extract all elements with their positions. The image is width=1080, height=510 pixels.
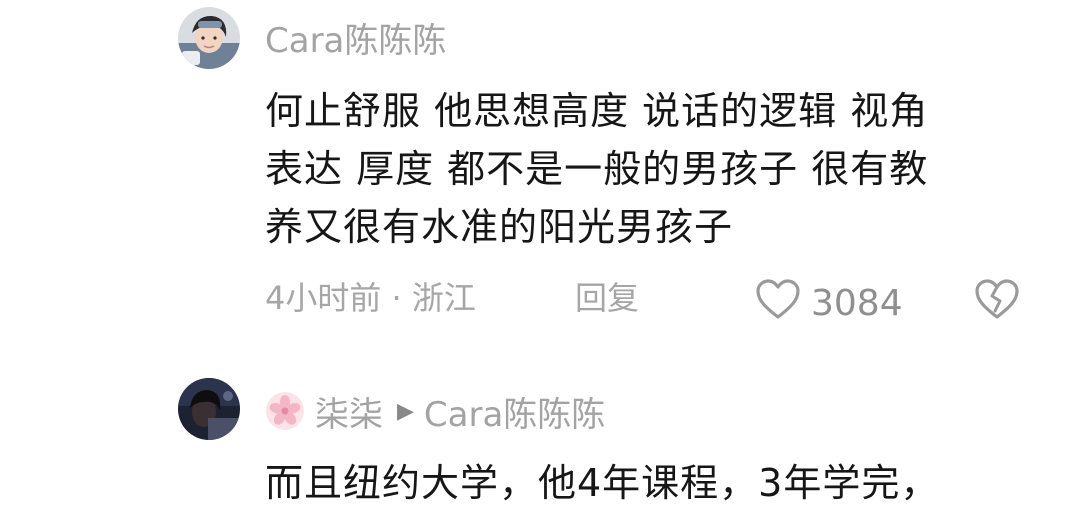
comment-text-line: 而且纽约大学，他4年课程，3年学完， <box>265 461 940 505</box>
comment-text-line: 表达 厚度 都不是一般的男孩子 很有教 <box>265 147 929 191</box>
comment-meta: 4小时前 · 浙江 回复 3084 <box>265 278 1035 323</box>
user-avatar-photo-icon <box>178 7 240 69</box>
heart-icon <box>755 278 801 329</box>
comment-text-line: 养又很有水准的阳光男孩子 <box>265 205 734 249</box>
reply-header: 柒柒 ▶ Cara陈陈陈 <box>265 387 605 436</box>
sakura-flower-icon <box>265 391 305 431</box>
username[interactable]: 柒柒 <box>315 387 383 436</box>
user-avatar-photo-icon <box>178 378 240 440</box>
username[interactable]: Cara陈陈陈 <box>265 21 446 61</box>
like-count: 3084 <box>811 282 903 324</box>
reply-to-username[interactable]: Cara陈陈陈 <box>424 387 605 436</box>
timestamp-location: 4小时前 · 浙江 <box>265 279 476 317</box>
avatar[interactable] <box>178 378 240 440</box>
dislike-button[interactable] <box>973 278 1021 329</box>
reply-button[interactable]: 回复 <box>575 278 639 318</box>
reply-arrow-icon: ▶ <box>397 398 414 424</box>
comment-item: Cara陈陈陈 何止舒服 他思想高度 说话的逻辑 视角 表达 厚度 都不是一般的… <box>0 0 1080 360</box>
broken-heart-icon <box>975 279 1019 319</box>
comment-text: 何止舒服 他思想高度 说话的逻辑 视角 表达 厚度 都不是一般的男孩子 很有教 … <box>265 82 1035 256</box>
avatar[interactable] <box>178 7 240 69</box>
comment-list: Cara陈陈陈 何止舒服 他思想高度 说话的逻辑 视角 表达 厚度 都不是一般的… <box>0 0 1080 510</box>
comment-text-line: 何止舒服 他思想高度 说话的逻辑 视角 <box>265 89 929 133</box>
comment-text: 而且纽约大学，他4年课程，3年学完， <box>265 454 1035 510</box>
reply-comment-item: 柒柒 ▶ Cara陈陈陈 而且纽约大学，他4年课程，3年学完， <box>0 360 1080 510</box>
like-button[interactable]: 3084 <box>755 278 903 329</box>
